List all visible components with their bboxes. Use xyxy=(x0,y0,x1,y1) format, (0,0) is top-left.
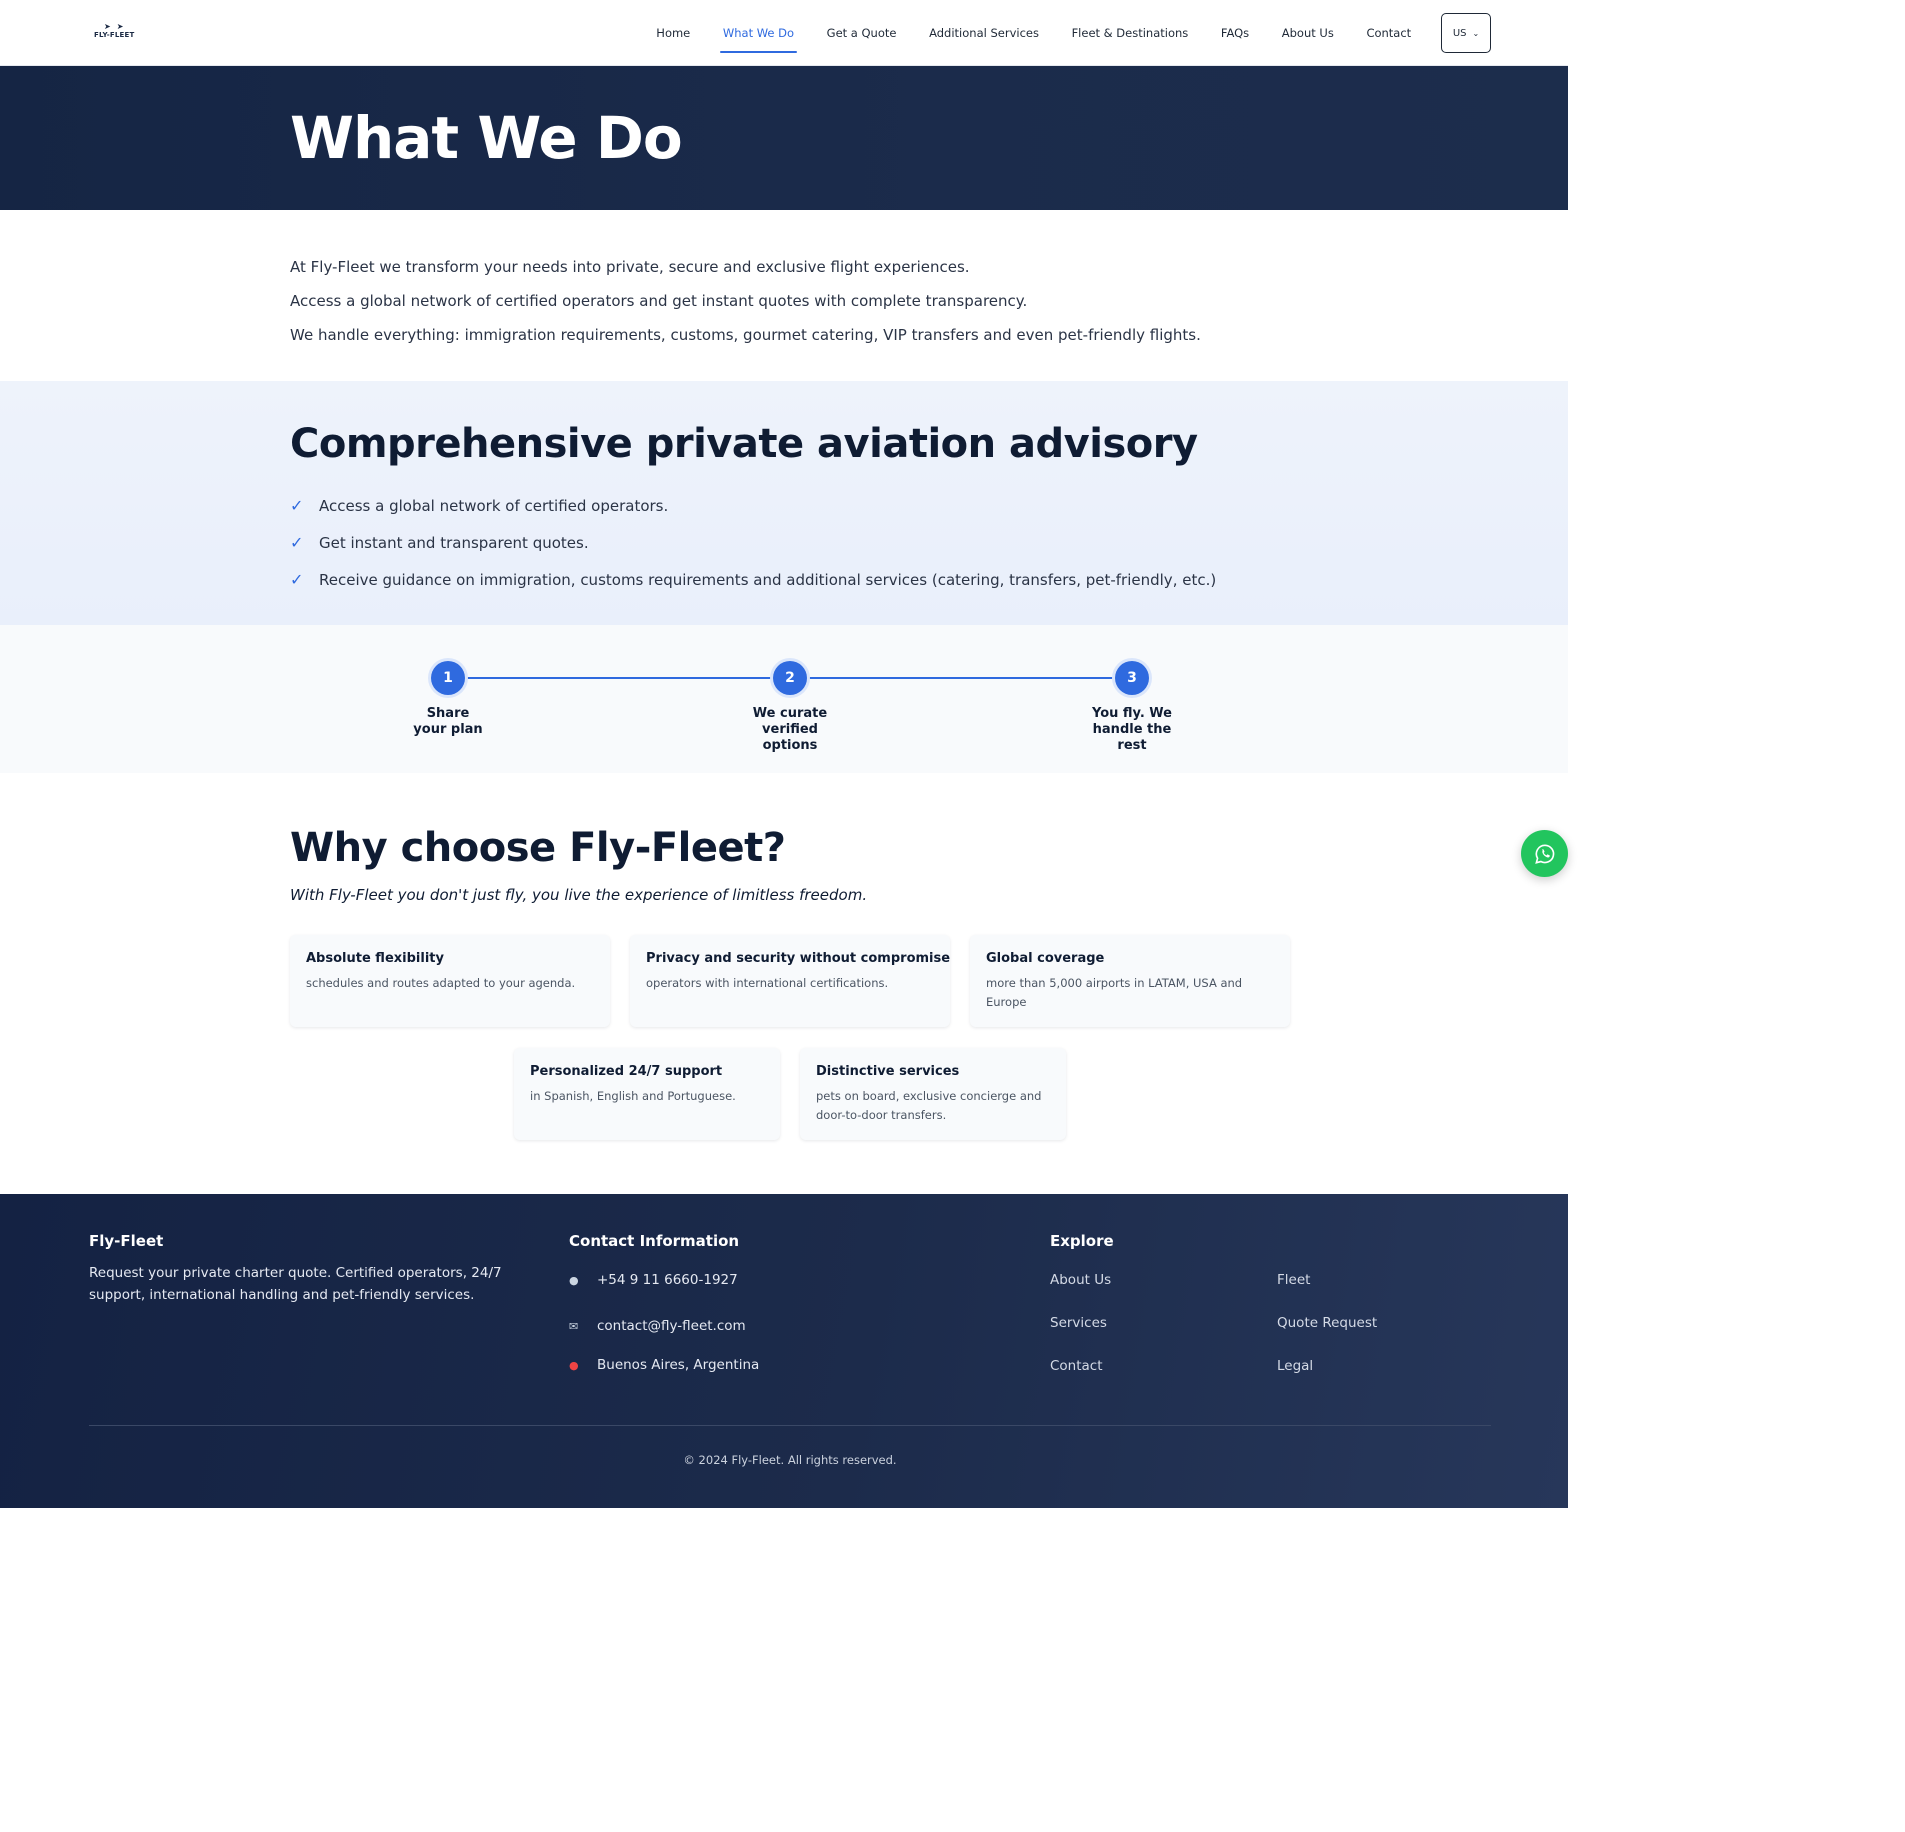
whatsapp-button[interactable] xyxy=(1521,830,1568,877)
feature-card: Absolute flexibility schedules and route… xyxy=(290,935,610,1027)
intro-paragraph: At Fly-Fleet we transform your needs int… xyxy=(290,258,970,276)
feature-card-desc: schedules and routes adapted to your age… xyxy=(306,976,576,990)
step-1: 1 Share your plan xyxy=(378,661,518,738)
advisory-section: Comprehensive private aviation advisory … xyxy=(0,381,1568,625)
nav-fleet-destinations[interactable]: Fleet & Destinations xyxy=(1055,0,1204,66)
feature-card-desc: pets on board, exclusive concierge and d… xyxy=(816,1089,1042,1122)
step-label: We curate verified options xyxy=(752,706,828,753)
footer-brand-title: Fly-Fleet xyxy=(89,1232,164,1250)
nav-about-us[interactable]: About Us xyxy=(1265,0,1350,66)
whatsapp-icon xyxy=(1534,843,1554,864)
main-nav: Home What We Do Get a Quote Additional S… xyxy=(640,0,1427,66)
step-number: 2 xyxy=(773,661,807,695)
feature-card: Global coverage more than 5,000 airports… xyxy=(970,935,1290,1027)
wings-icon: ➤➤ xyxy=(104,22,130,31)
nav-get-a-quote[interactable]: Get a Quote xyxy=(810,0,912,66)
contact-email[interactable]: ✉ contact@fly-fleet.com xyxy=(569,1318,746,1334)
feature-card: Privacy and security without compromise … xyxy=(630,935,950,1027)
feature-card-title: Distinctive services xyxy=(816,1064,960,1079)
feature-card-title: Global coverage xyxy=(986,951,1105,966)
feature-card: Personalized 24/7 support in Spanish, En… xyxy=(514,1048,780,1140)
contact-location: ● Buenos Aires, Argentina xyxy=(569,1357,760,1373)
step-3: 3 You fly. We handle the rest xyxy=(1062,661,1202,754)
chat-bubble-icon: ● xyxy=(569,1273,579,1287)
checklist-item: ✓ Access a global network of certified op… xyxy=(290,496,669,515)
checklist-item: ✓ Get instant and transparent quotes. xyxy=(290,533,589,552)
logo-wordmark: FLY-FLEET xyxy=(94,31,135,39)
check-icon: ✓ xyxy=(290,496,304,515)
copyright-text: © 2024 Fly-Fleet. All rights reserved. xyxy=(683,1453,897,1467)
feature-card-title: Personalized 24/7 support xyxy=(530,1064,723,1079)
footer-link-contact[interactable]: Contact xyxy=(1050,1358,1103,1374)
chevron-down-icon: ⌄ xyxy=(1472,28,1480,38)
language-selector[interactable]: US ⌄ xyxy=(1441,13,1491,53)
advisory-checklist: ✓ Access a global network of certified op… xyxy=(290,487,1216,598)
nav-faqs[interactable]: FAQs xyxy=(1205,0,1266,66)
location-pin-icon: ● xyxy=(569,1358,579,1372)
feature-card-desc: in Spanish, English and Portuguese. xyxy=(530,1089,736,1103)
why-subtitle: With Fly-Fleet you don't just fly, you l… xyxy=(290,886,868,904)
nav-contact[interactable]: Contact xyxy=(1350,0,1427,66)
intro-paragraph: We handle everything: immigration requir… xyxy=(290,326,1201,344)
footer-explore-title: Explore xyxy=(1050,1232,1114,1250)
nav-home[interactable]: Home xyxy=(640,0,707,66)
contact-phone[interactable]: ● +54 9 11 6660-1927 xyxy=(569,1272,738,1288)
step-label: Share your plan xyxy=(413,706,483,737)
process-steps: 1 Share your plan 2 We curate verified o… xyxy=(0,625,1568,773)
intro-section: At Fly-Fleet we transform your needs int… xyxy=(290,250,1290,352)
footer-link-fleet[interactable]: Fleet xyxy=(1277,1272,1310,1288)
nav-additional-services[interactable]: Additional Services xyxy=(913,0,1055,66)
footer-link-about-us[interactable]: About Us xyxy=(1050,1272,1111,1288)
step-label: You fly. We handle the rest xyxy=(1091,706,1172,753)
nav-what-we-do[interactable]: What We Do xyxy=(707,0,811,66)
why-title: Why choose Fly-Fleet? xyxy=(290,825,786,871)
advisory-title: Comprehensive private aviation advisory xyxy=(290,421,1198,467)
feature-card-title: Absolute flexibility xyxy=(306,951,444,966)
page-title: What We Do xyxy=(290,104,683,172)
site-footer: Fly-Fleet Request your private charter q… xyxy=(0,1194,1568,1508)
footer-brand-text: Request your private charter quote. Cert… xyxy=(89,1265,502,1303)
check-icon: ✓ xyxy=(290,533,304,552)
hero-banner: What We Do xyxy=(0,66,1568,210)
footer-link-quote-request[interactable]: Quote Request xyxy=(1277,1315,1377,1331)
language-value: US xyxy=(1452,27,1467,39)
footer-contact-title: Contact Information xyxy=(569,1232,740,1250)
step-number: 1 xyxy=(431,661,465,695)
step-number: 3 xyxy=(1115,661,1149,695)
feature-card: Distinctive services pets on board, excl… xyxy=(800,1048,1066,1140)
feature-card-desc: operators with international certificati… xyxy=(646,976,889,990)
feature-card-title: Privacy and security without compromise xyxy=(646,951,951,966)
feature-card-desc: more than 5,000 airports in LATAM, USA a… xyxy=(986,976,1243,1009)
checklist-item: ✓ Receive guidance on immigration, custom… xyxy=(290,570,1217,589)
intro-paragraph: Access a global network of certified ope… xyxy=(290,292,1028,310)
footer-divider xyxy=(89,1425,1491,1426)
envelope-icon: ✉ xyxy=(569,1319,579,1333)
top-navigation-bar: ➤➤ FLY-FLEET Home What We Do Get a Quote… xyxy=(0,0,1568,66)
step-2: 2 We curate verified options xyxy=(720,661,860,754)
footer-link-services[interactable]: Services xyxy=(1050,1315,1107,1331)
fly-fleet-logo[interactable]: ➤➤ FLY-FLEET xyxy=(94,22,138,44)
check-icon: ✓ xyxy=(290,570,304,589)
footer-link-legal[interactable]: Legal xyxy=(1277,1358,1313,1374)
